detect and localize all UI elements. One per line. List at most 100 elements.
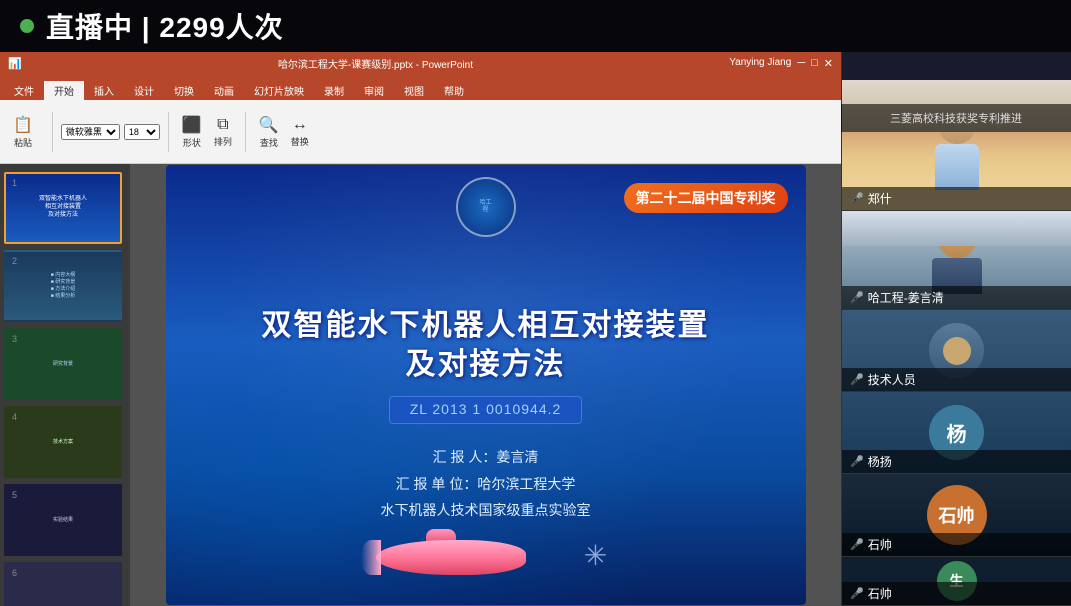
slide-thumb-2[interactable]: ■ 内容大纲■ 研究背景■ 方法介绍■ 结果分析 2 xyxy=(4,250,122,322)
slide-badge: 第二十二届中国专利奖 xyxy=(624,183,788,213)
restore-button[interactable]: □ xyxy=(811,57,818,70)
slide-thumb-5[interactable]: 实验结果 5 xyxy=(4,484,122,556)
slide-number-4: 4 xyxy=(12,412,17,422)
main-layout: 📊 哈尔滨工程大学-课赛级别.pptx - PowerPoint Yanying… xyxy=(0,52,1071,606)
slide-thumb-3[interactable]: 研究背景 3 xyxy=(4,328,122,400)
participant-card-p3[interactable]: 🎤 技术人员 xyxy=(842,310,1071,392)
participant-name-p4: 杨扬 xyxy=(868,453,892,470)
ribbon-paste-group: 📋 粘贴 xyxy=(8,112,38,152)
find-icon: 🔍 xyxy=(259,115,279,135)
ribbon-tab-design[interactable]: 设计 xyxy=(124,81,164,100)
right-panel: 三菱高校科技获奖专利推进 🎤 郑什 xyxy=(841,52,1071,606)
slide-patent: ZL 2013 1 0010944.2 xyxy=(389,396,583,424)
font-size-select[interactable]: 18 xyxy=(124,124,160,140)
ppt-title-bar: 📊 哈尔滨工程大学-课赛级别.pptx - PowerPoint Yanying… xyxy=(0,52,841,74)
participant-name-p6: 石帅 xyxy=(868,585,892,602)
slide-submarine: ✳ xyxy=(356,525,616,585)
ribbon-tab-help[interactable]: 帮助 xyxy=(434,81,474,100)
participant-card-p6[interactable]: 生 🎤 石帅 xyxy=(842,557,1071,606)
ribbon-divider-2 xyxy=(168,112,169,152)
replace-icon: ↔ xyxy=(292,116,308,134)
participant-name-bar-p1: 🎤 郑什 xyxy=(842,187,1071,210)
watermark-text: 三菱高校科技获奖专利推进 xyxy=(890,110,1022,126)
ribbon-divider-3 xyxy=(245,112,246,152)
participant-card-p2[interactable]: 🎤 哈工程-姜言清 xyxy=(842,211,1071,310)
mic-icon-p3: 🎤 xyxy=(850,373,864,386)
ribbon-tab-animation[interactable]: 动画 xyxy=(204,81,244,100)
slide-thumb-1[interactable]: 双智能水下机器人相互对接装置及对接方法 1 xyxy=(4,172,122,244)
slide-number-1: 1 xyxy=(12,178,17,188)
ppt-user-name: Yanying Jiang xyxy=(729,57,791,70)
participant-name-p3: 技术人员 xyxy=(868,371,916,388)
ppt-title-text: 哈尔滨工程大学-课赛级别.pptx - PowerPoint xyxy=(278,56,473,71)
slide-thumb-4[interactable]: 技术方案 4 xyxy=(4,406,122,478)
mic-icon-p4: 🎤 xyxy=(850,455,864,468)
slide-number-2: 2 xyxy=(12,256,17,266)
live-indicator-dot xyxy=(20,19,34,33)
ribbon-draw-group: ⬛ 形状 ⧉ 排列 xyxy=(177,112,237,152)
top-right-watermark: 三菱高校科技获奖专利推进 xyxy=(841,104,1071,132)
ribbon-edit-group: 🔍 查找 ↔ 替换 xyxy=(254,112,314,152)
slide-number-5: 5 xyxy=(12,490,17,500)
ribbon-divider-1 xyxy=(52,112,53,152)
participant-name-p1: 郑什 xyxy=(868,190,892,207)
slide-thumb-6[interactable]: 6 xyxy=(4,562,122,606)
participant-name-bar-p2: 🎤 哈工程-姜言清 xyxy=(842,286,1071,309)
ribbon-tab-review[interactable]: 审阅 xyxy=(354,81,394,100)
ribbon-tab-insert[interactable]: 插入 xyxy=(84,81,124,100)
ribbon: 文件 开始 插入 设计 切换 动画 幻灯片放映 录制 审阅 视图 帮助 📋 粘贴 xyxy=(0,74,841,164)
mic-icon-p6: 🎤 xyxy=(850,587,864,600)
ribbon-content: 📋 粘贴 微软雅黑 18 xyxy=(0,100,841,163)
participant-name-p2: 哈工程-姜言清 xyxy=(868,289,944,306)
replace-button[interactable]: ↔ 替换 xyxy=(286,113,314,151)
font-family-select[interactable]: 微软雅黑 xyxy=(61,124,120,140)
ribbon-tabs: 文件 开始 插入 设计 切换 动画 幻灯片放映 录制 审阅 视图 帮助 xyxy=(0,74,841,100)
participant-card-p4[interactable]: 杨 🎤 杨扬 xyxy=(842,392,1071,474)
sub-nose xyxy=(361,540,381,575)
ribbon-font-group: 微软雅黑 18 xyxy=(61,124,160,140)
participant-name-bar-p3: 🎤 技术人员 xyxy=(842,368,1071,391)
slide-number-6: 6 xyxy=(12,568,17,578)
mic-icon-p5: 🎤 xyxy=(850,538,864,551)
slide-patent-text: ZL 2013 1 0010944.2 xyxy=(410,401,562,417)
minimize-button[interactable]: ─ xyxy=(797,57,805,70)
font-selector: 微软雅黑 18 xyxy=(61,124,160,140)
slide-number-3: 3 xyxy=(12,334,17,344)
reporter-unit: 汇 报 单 位：哈尔滨工程大学 xyxy=(381,471,591,498)
participant-card-p1[interactable]: 🎤 郑什 xyxy=(842,80,1071,211)
paste-button[interactable]: 📋 粘贴 xyxy=(8,112,38,152)
arrange-icon: ⧉ xyxy=(217,116,228,134)
mic-icon-p2: 🎤 xyxy=(850,291,864,304)
ribbon-tab-record[interactable]: 录制 xyxy=(314,81,354,100)
ribbon-tab-home[interactable]: 开始 xyxy=(44,81,84,100)
ppt-area: 📊 哈尔滨工程大学-课赛级别.pptx - PowerPoint Yanying… xyxy=(0,52,841,606)
participant-name-bar-p4: 🎤 杨扬 xyxy=(842,450,1071,473)
ribbon-tab-slideshow[interactable]: 幻灯片放映 xyxy=(244,81,314,100)
shapes-icon: ⬛ xyxy=(182,115,202,135)
slide-title-main: 双智能水下机器人相互对接装置 及对接方法 xyxy=(262,306,710,384)
slide-title: 双智能水下机器人相互对接装置 及对接方法 xyxy=(262,306,710,384)
participant-name-bar-p6: 🎤 石帅 xyxy=(842,582,1071,605)
ribbon-tab-view[interactable]: 视图 xyxy=(394,81,434,100)
arrange-button[interactable]: ⧉ 排列 xyxy=(209,113,237,151)
top-bar: 直播中 | 2299人次 xyxy=(0,0,1071,52)
slide-reporter: 汇 报 人：姜言清 汇 报 单 位：哈尔滨工程大学 水下机器人技术国家级重点实验… xyxy=(381,444,591,524)
shapes-button[interactable]: ⬛ 形状 xyxy=(177,112,207,152)
submarine-illustration xyxy=(356,525,556,585)
participant-card-p5[interactable]: 石帅 🎤 石帅 xyxy=(842,474,1071,556)
slide-logo: 哈工程 xyxy=(456,177,516,237)
propeller-icon: ✳ xyxy=(576,535,616,575)
reporter-lab: 水下机器人技术国家级重点实验室 xyxy=(381,497,591,524)
ribbon-tab-file[interactable]: 文件 xyxy=(4,81,44,100)
slide-panel[interactable]: 双智能水下机器人相互对接装置及对接方法 1 ■ 内容大纲■ 研究背景■ 方法介绍… xyxy=(0,164,130,606)
find-button[interactable]: 🔍 查找 xyxy=(254,112,284,152)
slide-content: 哈工程 第二十二届中国专利奖 双智能水下机器人相互对接装置 及对接方法 xyxy=(166,165,806,605)
ribbon-tab-transition[interactable]: 切换 xyxy=(164,81,204,100)
university-logo: 哈工程 xyxy=(456,177,516,237)
sub-main-body xyxy=(376,540,526,575)
ppt-workspace: 双智能水下机器人相互对接装置及对接方法 1 ■ 内容大纲■ 研究背景■ 方法介绍… xyxy=(0,164,841,606)
main-slide[interactable]: 哈工程 第二十二届中国专利奖 双智能水下机器人相互对接装置 及对接方法 xyxy=(130,164,841,606)
mic-icon-p1: 🎤 xyxy=(850,192,864,205)
close-button[interactable]: ✕ xyxy=(824,57,833,70)
participant-name-p5: 石帅 xyxy=(868,536,892,553)
